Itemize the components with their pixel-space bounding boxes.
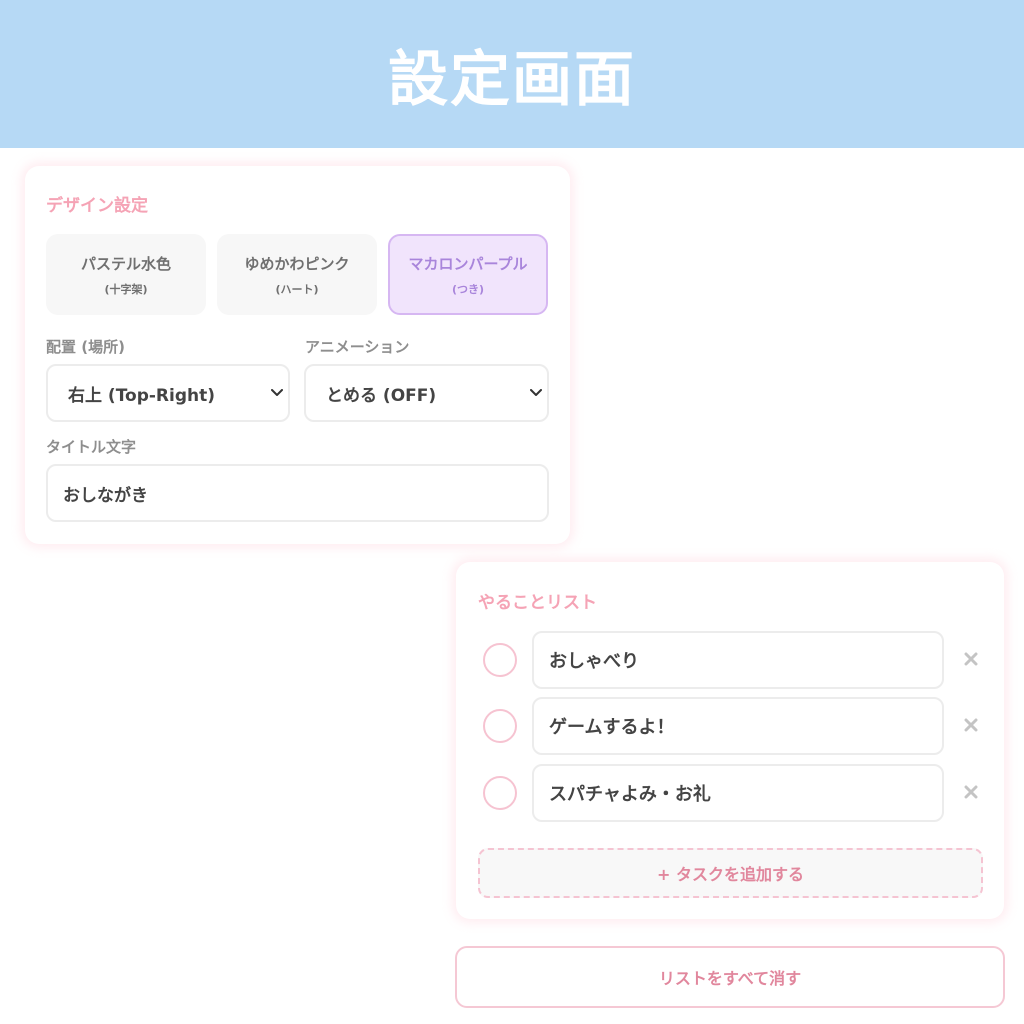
- animation-select[interactable]: とめる (OFF): [304, 364, 549, 422]
- animation-label: アニメーション: [305, 338, 410, 356]
- list-item: スパチャよみ・お礼: [483, 764, 978, 822]
- title-text-value: おしながき: [63, 485, 148, 506]
- chevron-down-icon: [529, 366, 543, 420]
- theme-subtitle: (ハート): [275, 282, 319, 296]
- circle-check-icon[interactable]: [483, 643, 517, 677]
- task-text: おしゃべり: [549, 651, 639, 672]
- theme-option-macaron-purple[interactable]: マカロンパープル (つき): [388, 234, 548, 315]
- position-select-value: 右上 (Top-Right): [68, 385, 216, 406]
- position-select[interactable]: 右上 (Top-Right): [46, 364, 290, 422]
- animation-select-value: とめる (OFF): [326, 385, 437, 406]
- todo-list-title: やることリスト: [478, 593, 597, 613]
- close-icon[interactable]: [961, 782, 981, 802]
- clear-all-button[interactable]: リストをすべて消す: [455, 946, 1005, 1008]
- position-label: 配置 (場所): [46, 338, 125, 356]
- page-title: 設定画面: [388, 44, 636, 115]
- task-input[interactable]: スパチャよみ・お礼: [532, 764, 944, 822]
- task-text: ゲームするよ！: [549, 717, 675, 738]
- task-input[interactable]: ゲームするよ！: [532, 697, 944, 755]
- add-task-button[interactable]: + タスクを追加する: [478, 848, 983, 898]
- list-item: ゲームするよ！: [483, 697, 978, 755]
- app-header: 設定画面: [0, 0, 1024, 148]
- todo-list-card: やることリスト おしゃべり ゲームするよ！ スパチャよみ・お礼 + タスクを追加…: [456, 562, 1004, 919]
- task-input[interactable]: おしゃべり: [532, 631, 944, 689]
- title-text-input[interactable]: おしながき: [46, 464, 549, 522]
- theme-subtitle: (十字架): [104, 282, 148, 296]
- task-text: スパチャよみ・お礼: [549, 784, 711, 805]
- circle-check-icon[interactable]: [483, 776, 517, 810]
- circle-check-icon[interactable]: [483, 709, 517, 743]
- title-text-label: タイトル文字: [46, 438, 137, 456]
- theme-option-pastel-blue[interactable]: パステル水色 (十字架): [46, 234, 206, 315]
- theme-name: パステル水色: [80, 254, 171, 273]
- chevron-down-icon: [270, 366, 284, 420]
- theme-subtitle: (つき): [451, 282, 485, 296]
- theme-options: パステル水色 (十字架) ゆめかわピンク (ハート) マカロンパープル (つき): [46, 234, 549, 315]
- list-item: おしゃべり: [483, 631, 978, 689]
- design-settings-title: デザイン設定: [46, 196, 148, 216]
- theme-option-yumekawa-pink[interactable]: ゆめかわピンク (ハート): [217, 234, 377, 315]
- design-settings-card: デザイン設定 パステル水色 (十字架) ゆめかわピンク (ハート) マカロンパー…: [25, 166, 570, 544]
- close-icon[interactable]: [961, 715, 981, 735]
- theme-name: マカロンパープル: [408, 254, 528, 273]
- close-icon[interactable]: [961, 649, 981, 669]
- theme-name: ゆめかわピンク: [244, 254, 350, 273]
